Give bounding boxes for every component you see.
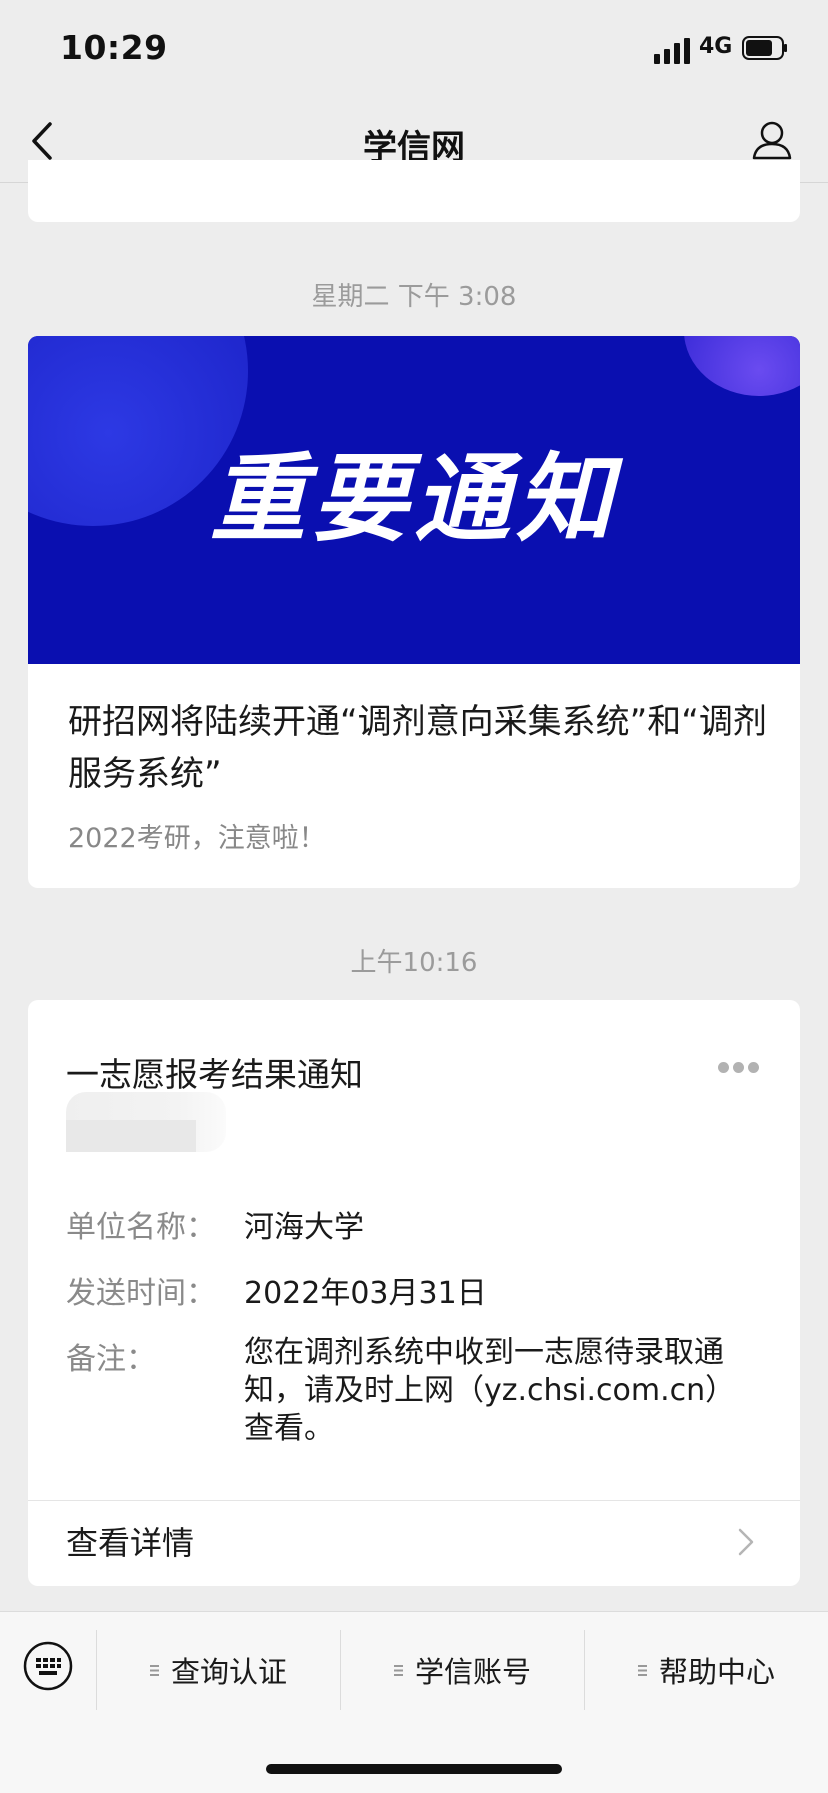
menu-item-help-center[interactable]: 帮助中心 xyxy=(585,1630,828,1710)
field-value: 2022年03月31日 xyxy=(244,1276,487,1311)
article-subtitle: 2022考研，注意啦！ xyxy=(68,823,326,854)
chevron-right-icon xyxy=(738,1528,754,1556)
field-label: 发送时间： xyxy=(66,1276,216,1311)
menu-list-icon xyxy=(637,1664,647,1676)
menu-item-label: 学信账号 xyxy=(414,1655,531,1689)
menu-item-label: 查询认证 xyxy=(170,1655,287,1689)
status-time: 10:29 xyxy=(60,28,168,67)
divider xyxy=(28,1500,800,1501)
article-banner-image: 重要通知 xyxy=(28,336,800,664)
notice-title: 一志愿报考结果通知 xyxy=(66,1055,363,1094)
article-card[interactable]: 重要通知 研招网将陆续开通“调剂意向采集系统”和“调剂服务系统” 2022考研，… xyxy=(28,336,800,888)
field-label: 备注： xyxy=(66,1342,156,1377)
notice-card[interactable]: 一志愿报考结果通知 单位名称： 河海大学 发送时间： 2022年03月31日 备… xyxy=(28,1000,800,1586)
message-timestamp: 星期二 下午 3:08 xyxy=(311,282,517,312)
keyboard-icon[interactable] xyxy=(22,1640,74,1692)
more-options-icon[interactable] xyxy=(718,1058,766,1073)
home-indicator[interactable] xyxy=(266,1764,562,1774)
menu-item-account[interactable]: 学信账号 xyxy=(341,1630,584,1710)
field-label: 单位名称： xyxy=(66,1210,216,1245)
menu-list-icon xyxy=(393,1664,403,1676)
menu-item-query-auth[interactable]: 查询认证 xyxy=(97,1630,340,1710)
previous-message-card xyxy=(28,160,800,222)
network-type: 4G xyxy=(699,34,733,59)
signal-icon xyxy=(654,38,690,64)
menu-list-icon xyxy=(149,1664,159,1676)
view-details-link[interactable]: 查看详情 xyxy=(66,1518,194,1564)
article-title: 研招网将陆续开通“调剂意向采集系统”和“调剂服务系统” xyxy=(68,702,767,794)
battery-icon xyxy=(742,36,787,60)
banner-title: 重要通知 xyxy=(210,443,618,555)
menu-item-label: 帮助中心 xyxy=(658,1655,775,1689)
field-value: 您在调剂系统中收到一志愿待录取通知，请及时上网（yz.chsi.com.cn）查… xyxy=(244,1335,736,1446)
message-timestamp: 上午10:16 xyxy=(350,948,478,978)
field-value: 河海大学 xyxy=(244,1210,364,1245)
status-bar: 10:29 4G xyxy=(0,0,828,100)
redacted-text xyxy=(66,1120,196,1152)
user-profile-icon[interactable] xyxy=(750,118,794,162)
